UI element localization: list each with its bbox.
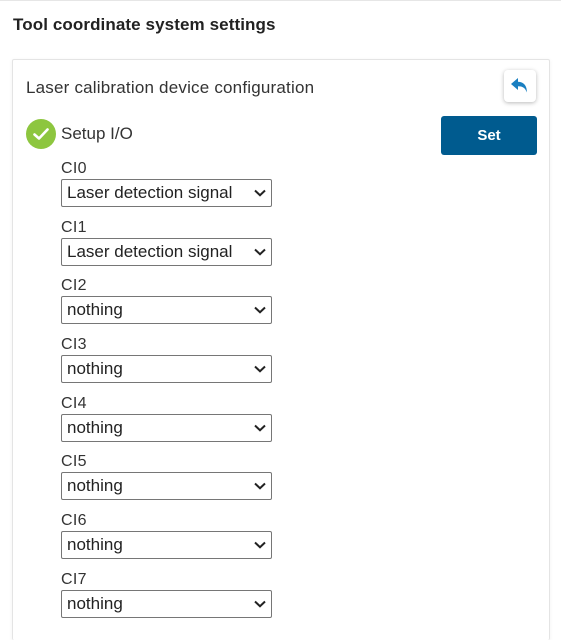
io-input-group: CI6 nothing <box>61 510 272 569</box>
io-select-value: nothing <box>67 417 123 437</box>
page-title: Tool coordinate system settings <box>13 15 276 34</box>
io-input-select[interactable]: Laser detection signal <box>61 179 272 207</box>
io-input-select[interactable]: Laser detection signal <box>61 237 272 266</box>
chevron-down-icon <box>254 424 266 432</box>
io-input-label: CI3 <box>61 336 87 354</box>
io-input-select[interactable]: nothing <box>61 413 272 442</box>
io-select-value: nothing <box>67 476 123 496</box>
io-input-group: CI3 nothing <box>61 334 272 393</box>
panel-title: Laser calibration device configuration <box>26 78 315 97</box>
io-input-group: CI5 nothing <box>61 451 272 510</box>
chevron-down-icon <box>254 365 266 373</box>
io-input-list: CI0 Laser detection signal CI1 Laser det… <box>61 158 272 628</box>
io-input-label: CI1 <box>61 218 87 236</box>
laser-calibration-panel: Laser calibration device configuration S… <box>12 59 550 640</box>
io-input-select[interactable]: nothing <box>61 296 272 325</box>
io-input-group: CI4 nothing <box>61 393 272 452</box>
chevron-down-icon <box>254 306 266 314</box>
chevron-down-icon <box>254 189 266 197</box>
io-select-value: nothing <box>67 535 123 555</box>
set-button[interactable]: Set <box>441 116 537 155</box>
io-input-select[interactable]: nothing <box>61 589 272 618</box>
setup-io-status: Setup I/O <box>26 119 133 149</box>
io-input-select[interactable]: nothing <box>61 531 272 560</box>
io-select-value: nothing <box>67 593 123 613</box>
io-input-label: CI6 <box>61 512 87 530</box>
io-select-value: nothing <box>67 359 123 379</box>
chevron-down-icon <box>254 248 266 256</box>
io-input-group: CI7 nothing <box>61 569 272 628</box>
io-select-value: Laser detection signal <box>67 183 233 202</box>
io-input-label: CI7 <box>61 570 87 588</box>
check-circle-icon <box>26 119 56 149</box>
chevron-down-icon <box>254 541 266 549</box>
io-input-group: CI1 Laser detection signal <box>61 217 272 276</box>
io-input-select[interactable]: nothing <box>61 355 272 384</box>
io-input-label: CI4 <box>61 394 87 412</box>
undo-button[interactable] <box>504 70 536 102</box>
setup-io-label: Setup I/O <box>61 124 133 143</box>
io-input-group: CI0 Laser detection signal <box>61 158 272 217</box>
undo-arrow-icon <box>510 77 530 95</box>
io-input-select[interactable]: nothing <box>61 472 272 501</box>
top-divider <box>0 0 561 1</box>
io-select-value: Laser detection signal <box>67 241 233 261</box>
io-input-label: CI5 <box>61 453 87 471</box>
chevron-down-icon <box>254 482 266 491</box>
io-input-group: CI2 nothing <box>61 275 272 334</box>
io-input-label: CI2 <box>61 277 87 295</box>
io-select-value: nothing <box>67 300 123 320</box>
io-input-label: CI0 <box>61 160 87 177</box>
chevron-down-icon <box>254 600 266 608</box>
